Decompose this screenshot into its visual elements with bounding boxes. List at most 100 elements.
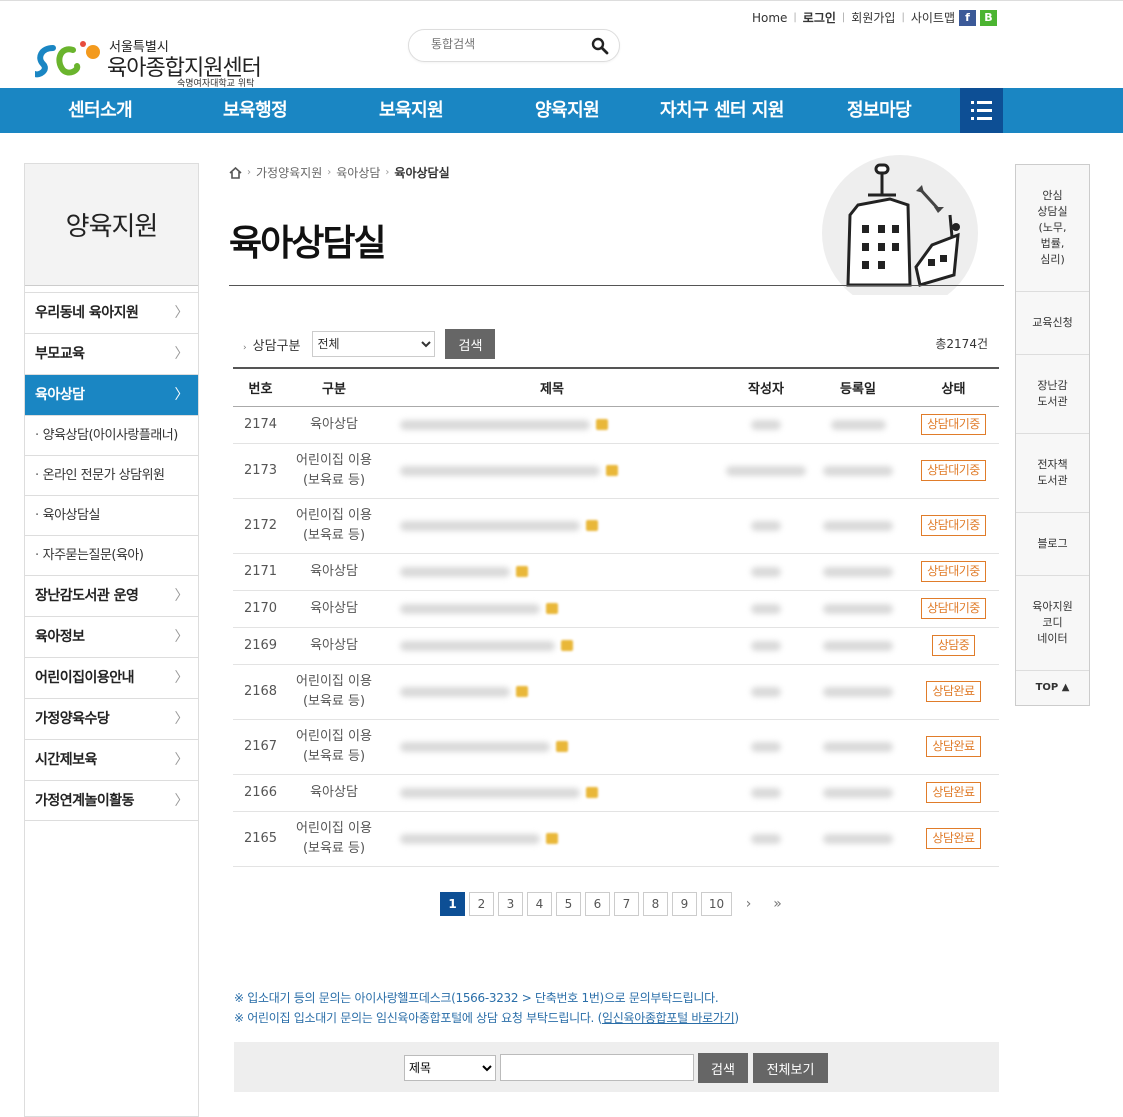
breadcrumb: › 가정양육지원 › 육아상담 › 육아상담실 <box>229 164 450 181</box>
row-subject-link[interactable] <box>380 664 724 720</box>
table-row[interactable]: 2165 어린이집 이용 (보육료 등) 상담완료 <box>233 811 999 867</box>
status-badge: 상담대기중 <box>921 460 986 481</box>
sidebar-sub-planner[interactable]: · 양육상담(아이사랑플래너) <box>25 415 198 455</box>
page-7-button[interactable]: 7 <box>614 892 639 916</box>
view-all-button[interactable]: 전체보기 <box>753 1053 828 1083</box>
page-2-button[interactable]: 2 <box>469 892 494 916</box>
page-8-button[interactable]: 8 <box>643 892 668 916</box>
status-badge: 상담대기중 <box>921 561 986 582</box>
table-row[interactable]: 2173 어린이집 이용 (보육료 등) 상담대기중 <box>233 443 999 499</box>
row-subject-link[interactable] <box>380 811 724 867</box>
next-page-icon[interactable]: › <box>736 896 761 912</box>
row-author <box>724 627 808 665</box>
site-logo[interactable]: 서울특별시 육아종합지원센터 숙명여자대학교 위탁 <box>35 36 275 89</box>
row-category: 어린이집 이용 (보육료 등) <box>288 664 380 720</box>
search-input[interactable] <box>431 37 581 51</box>
last-page-icon[interactable]: » <box>765 896 790 912</box>
page-6-button[interactable]: 6 <box>585 892 610 916</box>
sidebar-item-neighborhood[interactable]: 우리동네 육아지원 〉 <box>25 292 198 333</box>
login-link[interactable]: 로그인 <box>803 9 836 26</box>
sidebar-item-parent-edu[interactable]: 부모교육 〉 <box>25 333 198 374</box>
row-subject-link[interactable] <box>380 406 724 444</box>
table-row[interactable]: 2167 어린이집 이용 (보육료 등) 상담완료 <box>233 719 999 775</box>
page-5-button[interactable]: 5 <box>556 892 581 916</box>
sitemap-link[interactable]: 사이트맵 <box>911 9 955 26</box>
chevron-right-icon: 〉 <box>174 752 189 768</box>
sidebar-title: 양육지원 <box>25 164 198 286</box>
table-row[interactable]: 2166 육아상담 상담완료 <box>233 774 999 812</box>
row-subject-link[interactable] <box>380 498 724 554</box>
table-row[interactable]: 2174 육아상담 상담대기중 <box>233 406 999 444</box>
sidebar-item-hourly-care[interactable]: 시간제보육 〉 <box>25 739 198 780</box>
quick-coordinator[interactable]: 육아지원 코디 네이터 <box>1016 576 1089 671</box>
sidebar-item-counseling[interactable]: 육아상담 〉 <box>25 374 198 415</box>
row-category: 어린이집 이용 (보육료 등) <box>288 443 380 499</box>
table-row[interactable]: 2168 어린이집 이용 (보육료 등) 상담완료 <box>233 664 999 720</box>
page-10-button[interactable]: 10 <box>701 892 732 916</box>
page-1-button[interactable]: 1 <box>440 892 465 916</box>
home-icon[interactable] <box>229 166 242 179</box>
table-row[interactable]: 2170 육아상담 상담대기중 <box>233 590 999 628</box>
nav-childcare-support[interactable]: 보육지원 <box>379 88 444 133</box>
nav-childcare-admin[interactable]: 보육행정 <box>223 88 288 133</box>
row-subject-link[interactable] <box>380 590 724 628</box>
table-row[interactable]: 2171 육아상담 상담대기중 <box>233 553 999 591</box>
quick-edu-apply[interactable]: 교육신청 <box>1016 292 1089 355</box>
search-field-select[interactable]: 제목 <box>404 1055 496 1081</box>
nav-info[interactable]: 정보마당 <box>847 88 912 133</box>
status-badge: 상담완료 <box>926 736 981 757</box>
row-subject-link[interactable] <box>380 719 724 775</box>
sidebar-sub-faq[interactable]: · 자주묻는질문(육아) <box>25 535 198 575</box>
facebook-icon[interactable]: f <box>959 9 976 26</box>
sidebar-sub-online-expert[interactable]: · 온라인 전문가 상담위원 <box>25 455 198 495</box>
filter-search-button[interactable]: 검색 <box>445 329 496 359</box>
search-icon[interactable] <box>591 37 609 55</box>
row-subject-link[interactable] <box>380 443 724 499</box>
sidebar-item-toy-library[interactable]: 장난감도서관 운영 〉 <box>25 575 198 616</box>
row-subject-link[interactable] <box>380 774 724 812</box>
notice-line2: ※ 어린이집 입소대기 문의는 임신육아종합포털에 상담 요청 부탁드립니다. … <box>234 1011 739 1025</box>
quick-top-button[interactable]: TOP ▲ <box>1016 671 1089 705</box>
row-author <box>724 774 808 812</box>
row-date <box>808 627 908 665</box>
page-9-button[interactable]: 9 <box>672 892 697 916</box>
quick-safe-counseling[interactable]: 안심 상담실 (노무, 법률, 심리) <box>1016 165 1089 292</box>
sidebar-item-home-allowance[interactable]: 가정양육수당 〉 <box>25 698 198 739</box>
sidebar: 양육지원 우리동네 육아지원 〉 부모교육 〉 육아상담 〉 · 양육상담(아이사랑플래… <box>24 163 199 1117</box>
sidebar-item-daycare-guide[interactable]: 어린이집이용안내 〉 <box>25 657 198 698</box>
quick-blog[interactable]: 블로그 <box>1016 513 1089 576</box>
nav-district-support[interactable]: 자치구 센터 지원 <box>660 88 784 133</box>
row-no: 2168 <box>233 664 288 720</box>
home-link[interactable]: Home <box>752 11 787 25</box>
board-search-button[interactable]: 검색 <box>698 1053 748 1083</box>
sidebar-item-home-play[interactable]: 가정연계놀이활동 〉 <box>25 780 198 821</box>
board-search-input[interactable] <box>500 1054 694 1081</box>
row-author <box>724 664 808 720</box>
row-subject-link[interactable] <box>380 627 724 665</box>
sidebar-item-parenting-info[interactable]: 육아정보 〉 <box>25 616 198 657</box>
category-select[interactable]: 전체 <box>312 331 436 357</box>
counseling-table: 번호 구분 제목 작성자 등록일 상태 2174 육아상담 상담대기중 2173 어린이… <box>233 367 999 867</box>
row-status: 상담완료 <box>908 664 999 720</box>
nav-parenting-support[interactable]: 양육지원 <box>535 88 600 133</box>
quick-ebook-library[interactable]: 전자책 도서관 <box>1016 434 1089 513</box>
row-no: 2165 <box>233 811 288 867</box>
lock-icon <box>546 833 558 844</box>
row-no: 2169 <box>233 627 288 665</box>
board-search: 제목 검색 전체보기 <box>234 1042 999 1092</box>
join-link[interactable]: 회원가입 <box>851 9 895 26</box>
portal-link[interactable]: 임신육아종합포털 바로가기 <box>602 1011 735 1025</box>
row-subject-link[interactable] <box>380 553 724 591</box>
page-3-button[interactable]: 3 <box>498 892 523 916</box>
blog-icon[interactable]: B <box>980 9 997 26</box>
row-date <box>808 811 908 867</box>
sidebar-sub-counseling-room[interactable]: · 육아상담실 <box>25 495 198 535</box>
breadcrumb-item[interactable]: 가정양육지원 <box>256 164 322 181</box>
table-row[interactable]: 2169 육아상담 상담중 <box>233 627 999 665</box>
table-row[interactable]: 2172 어린이집 이용 (보육료 등) 상담대기중 <box>233 498 999 554</box>
breadcrumb-item[interactable]: 육아상담 <box>336 164 380 181</box>
quick-toy-library[interactable]: 장난감 도서관 <box>1016 355 1089 434</box>
page-4-button[interactable]: 4 <box>527 892 552 916</box>
all-menu-button[interactable] <box>960 88 1003 133</box>
nav-center-intro[interactable]: 센터소개 <box>68 88 133 133</box>
